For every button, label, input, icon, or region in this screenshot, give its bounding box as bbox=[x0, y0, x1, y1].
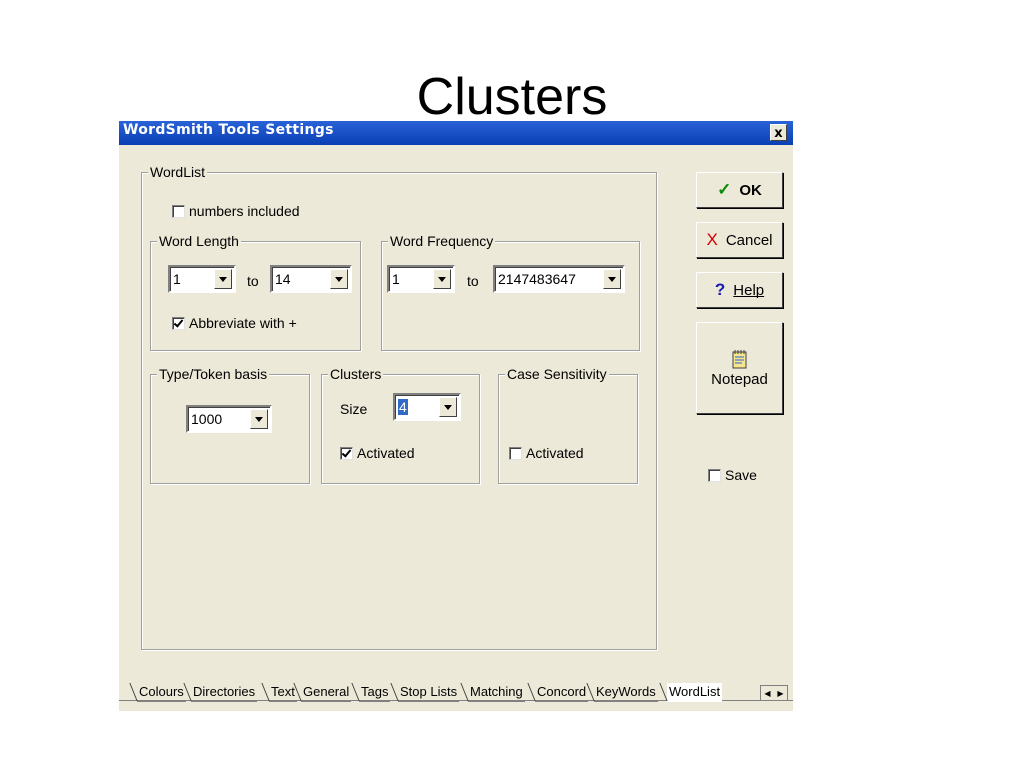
tab-scroll-buttons[interactable]: ◀ ▶ bbox=[760, 685, 788, 701]
word-length-to-label: to bbox=[247, 273, 259, 289]
word-frequency-from-value: 1 bbox=[392, 271, 400, 287]
tab-directories[interactable]: Directories bbox=[191, 683, 258, 702]
case-sensitivity-legend: Case Sensitivity bbox=[505, 366, 609, 382]
word-frequency-to-select[interactable]: 2147483647 bbox=[493, 265, 625, 293]
tab-stop-lists[interactable]: Stop Lists bbox=[398, 683, 460, 702]
tab-matching[interactable]: Matching bbox=[468, 683, 525, 702]
arrow-right-icon[interactable]: ▶ bbox=[777, 689, 783, 698]
word-length-group: Word Length bbox=[150, 233, 361, 351]
clusters-activated-label: Activated bbox=[357, 445, 415, 461]
close-icon: x bbox=[774, 126, 783, 141]
word-length-legend: Word Length bbox=[157, 233, 241, 249]
tab-concord[interactable]: Concord bbox=[535, 683, 589, 702]
tab-colours[interactable]: Colours bbox=[137, 683, 186, 702]
help-button[interactable]: ? Help bbox=[696, 272, 783, 308]
clusters-activated-checkbox[interactable]: Activated bbox=[340, 445, 415, 461]
cluster-size-value: 4 bbox=[398, 399, 408, 415]
case-activated-checkbox[interactable]: Activated bbox=[509, 445, 584, 461]
case-activated-box[interactable] bbox=[509, 446, 522, 460]
case-activated-label: Activated bbox=[526, 445, 584, 461]
type-token-value: 1000 bbox=[191, 411, 223, 427]
chevron-down-icon[interactable] bbox=[603, 269, 621, 289]
clusters-activated-box[interactable] bbox=[340, 446, 353, 460]
question-icon: ? bbox=[714, 280, 726, 299]
clusters-legend: Clusters bbox=[328, 366, 384, 382]
word-frequency-legend: Word Frequency bbox=[388, 233, 496, 249]
type-token-legend: Type/Token basis bbox=[157, 366, 270, 382]
word-frequency-group: Word Frequency bbox=[381, 233, 640, 351]
help-label: Help bbox=[733, 281, 765, 299]
abbreviate-box[interactable] bbox=[172, 316, 185, 330]
tab-wordlist[interactable]: WordList bbox=[667, 683, 723, 702]
numbers-included-checkbox[interactable]: numbers included bbox=[172, 203, 300, 219]
arrow-left-icon[interactable]: ◀ bbox=[764, 689, 770, 698]
abbreviate-label: Abbreviate with + bbox=[189, 315, 297, 331]
abbreviate-checkbox[interactable]: Abbreviate with + bbox=[172, 315, 297, 331]
wordlist-legend: WordList bbox=[148, 164, 207, 180]
cluster-size-select[interactable]: 4 bbox=[393, 393, 461, 421]
tab-tags[interactable]: Tags bbox=[359, 683, 391, 702]
chevron-down-icon[interactable] bbox=[330, 269, 348, 289]
ok-button[interactable]: ✓ OK bbox=[696, 172, 783, 208]
save-box[interactable] bbox=[708, 468, 721, 482]
chevron-down-icon[interactable] bbox=[433, 269, 451, 289]
cross-icon: X bbox=[706, 230, 718, 249]
tab-text[interactable]: Text bbox=[269, 683, 297, 702]
ok-label: OK bbox=[739, 181, 762, 199]
cancel-button[interactable]: X Cancel bbox=[696, 222, 783, 258]
cancel-label: Cancel bbox=[725, 231, 773, 249]
numbers-included-box[interactable] bbox=[172, 204, 185, 218]
word-frequency-to-label: to bbox=[467, 273, 479, 289]
notepad-label: Notepad bbox=[711, 370, 768, 388]
clusters-group: Clusters bbox=[321, 366, 480, 484]
numbers-included-label: numbers included bbox=[189, 203, 300, 219]
cluster-size-label: Size bbox=[340, 401, 368, 417]
notepad-button[interactable]: Notepad bbox=[696, 322, 783, 414]
word-frequency-to-value: 2147483647 bbox=[498, 271, 576, 287]
checkmark-icon: ✓ bbox=[717, 180, 732, 199]
case-sensitivity-group: Case Sensitivity bbox=[498, 366, 638, 484]
slide-title: Clusters bbox=[416, 68, 608, 126]
save-checkbox[interactable]: Save bbox=[708, 467, 757, 483]
tab-page-area bbox=[119, 711, 793, 741]
word-length-to-value: 14 bbox=[275, 271, 291, 287]
save-label: Save bbox=[725, 467, 757, 483]
notepad-icon bbox=[732, 349, 746, 368]
word-frequency-from-select[interactable]: 1 bbox=[387, 265, 455, 293]
type-token-select[interactable]: 1000 bbox=[186, 405, 272, 433]
chevron-down-icon[interactable] bbox=[250, 409, 268, 429]
word-length-from-value: 1 bbox=[173, 271, 181, 287]
tab-general[interactable]: General bbox=[301, 683, 352, 702]
word-length-to-select[interactable]: 14 bbox=[270, 265, 352, 293]
tab-keywords[interactable]: KeyWords bbox=[594, 683, 658, 702]
chevron-down-icon[interactable] bbox=[214, 269, 232, 289]
chevron-down-icon[interactable] bbox=[439, 397, 457, 417]
settings-dialog: WordSmith Tools Settings x WordList numb… bbox=[119, 121, 793, 741]
word-length-from-select[interactable]: 1 bbox=[168, 265, 236, 293]
